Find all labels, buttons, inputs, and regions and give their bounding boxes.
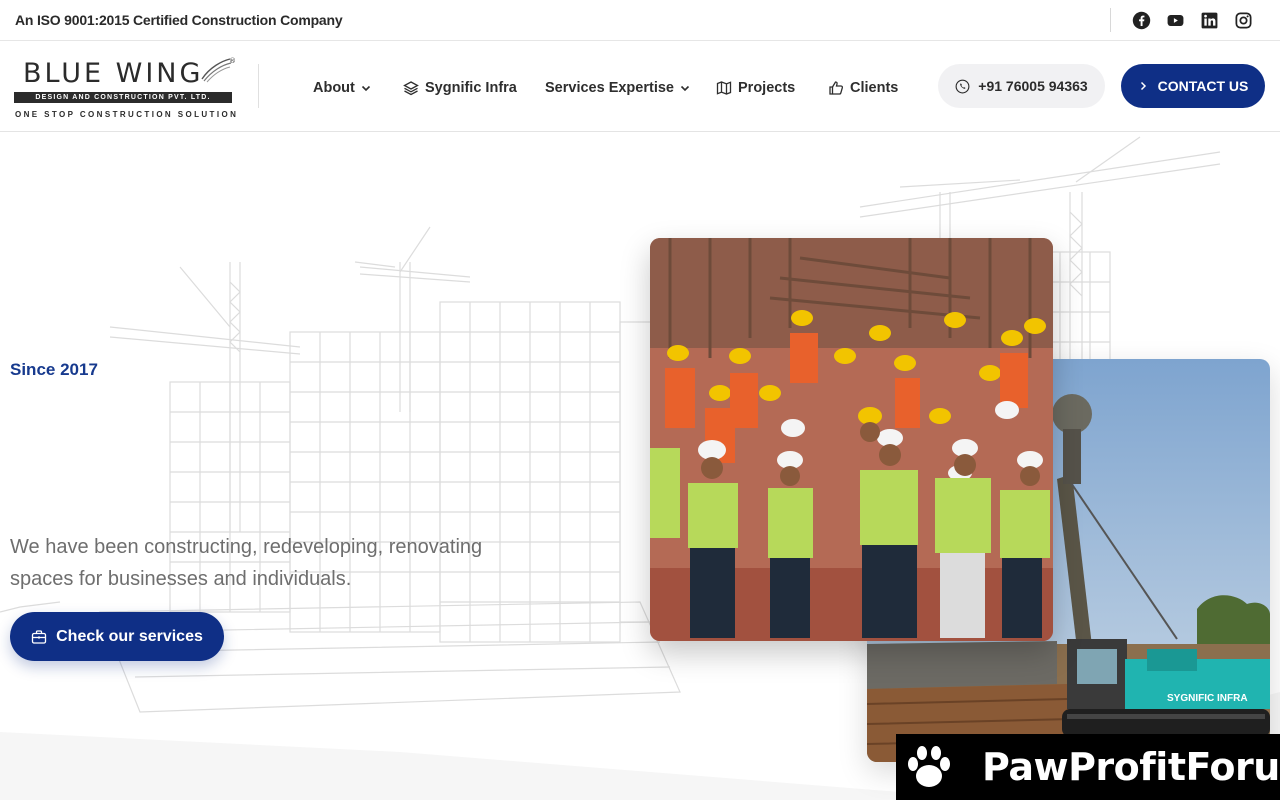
check-services-button[interactable]: Check our services — [10, 612, 224, 661]
briefcase-icon — [31, 629, 47, 644]
thumbs-up-icon — [829, 81, 844, 95]
chevron-down-icon — [361, 85, 370, 92]
iso-tagline: An ISO 9001:2015 Certified Construction … — [15, 12, 343, 28]
machine-brand-label: SYGNIFIC INFRA — [1167, 693, 1248, 704]
since-label: Since 2017 — [10, 360, 98, 379]
registered-mark: ® — [229, 57, 236, 65]
logo-bar-text: DESIGN AND CONSTRUCTION PVT. LTD. — [14, 92, 232, 103]
nav-services-expertise[interactable]: Services Expertise — [545, 78, 690, 98]
instagram-icon[interactable] — [1233, 10, 1253, 30]
nav-sygnific-infra[interactable]: Sygnific Infra — [403, 78, 517, 98]
main-header: BLUE WING ® DESIGN AND CONSTRUCTION PVT.… — [0, 41, 1280, 132]
chevron-down-icon — [680, 85, 690, 92]
paw-icon — [908, 746, 950, 787]
nav-sygnific-label: Sygnific Infra — [425, 80, 517, 96]
linkedin-icon[interactable] — [1199, 10, 1219, 30]
phone-button[interactable]: +91 76005 94363 — [938, 64, 1105, 108]
chevron-right-icon — [1140, 81, 1146, 91]
hero-description: We have been constructing, redeveloping,… — [10, 536, 483, 590]
header-divider — [258, 64, 259, 108]
nav-about[interactable]: About — [313, 78, 371, 98]
nav-clients[interactable]: Clients — [828, 78, 898, 98]
logo-sub-text: ONE STOP CONSTRUCTION SOLUTION — [15, 110, 239, 119]
layers-icon — [403, 81, 419, 96]
contact-us-button[interactable]: CONTACT US — [1121, 64, 1265, 108]
nav-services-label: Services Expertise — [545, 80, 674, 96]
watermark-text: PawProfitForum — [982, 745, 1280, 789]
construction-team-photo — [650, 238, 1053, 641]
forum-watermark: PawProfitForum — [896, 734, 1280, 800]
nav-projects[interactable]: Projects — [716, 78, 795, 98]
map-icon — [716, 81, 732, 95]
check-services-label: Check our services — [56, 627, 203, 645]
phone-number: +91 76005 94363 — [978, 78, 1088, 94]
top-bar: An ISO 9001:2015 Certified Construction … — [0, 0, 1280, 41]
phone-icon — [955, 79, 970, 93]
company-logo[interactable]: BLUE WING ® DESIGN AND CONSTRUCTION PVT.… — [14, 55, 239, 121]
contact-us-label: CONTACT US — [1157, 78, 1249, 94]
top-bar-divider — [1110, 8, 1111, 32]
logo-name: BLUE WING — [23, 58, 204, 89]
wing-icon: ® — [201, 57, 236, 83]
facebook-icon[interactable] — [1131, 10, 1151, 30]
nav-clients-label: Clients — [850, 80, 899, 96]
nav-about-label: About — [313, 80, 355, 96]
youtube-icon[interactable] — [1165, 10, 1185, 30]
nav-projects-label: Projects — [738, 80, 796, 96]
hero-section: Since 2017 We have been constructing, re… — [0, 132, 1280, 800]
